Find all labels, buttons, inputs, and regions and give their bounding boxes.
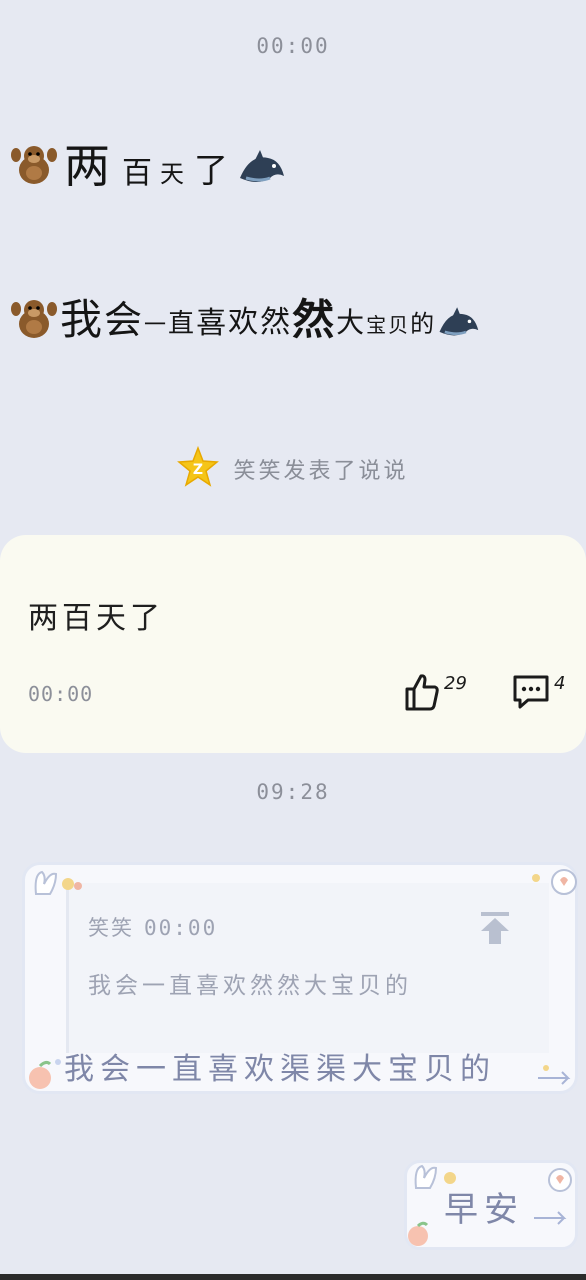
message-char: 欢	[228, 304, 261, 340]
bottom-edge	[0, 1274, 586, 1280]
peach-decoration-icon	[24, 1052, 68, 1096]
message-char: 我	[60, 295, 105, 344]
message-char: 百	[122, 156, 154, 191]
message-char: 天	[160, 159, 186, 188]
reply-text: 我会一直喜欢渠渠大宝贝的	[64, 1052, 496, 1087]
comment-button[interactable]: 4	[512, 673, 565, 715]
chat-message[interactable]: 两 百 天 了	[8, 130, 286, 196]
comment-icon	[512, 673, 550, 715]
timestamp: 00:00	[256, 34, 330, 58]
message-char: 两	[64, 139, 112, 193]
quoted-text: 我会一直喜欢然然大宝贝的	[88, 973, 412, 999]
thumbs-up-icon	[404, 673, 440, 715]
message-char: 然	[260, 304, 293, 340]
post-card[interactable]: 两百天了 00:00 29 4	[0, 535, 586, 753]
system-notice-text: 笑笑发表了说说	[233, 459, 409, 484]
like-count: 29	[444, 673, 467, 694]
post-time: 00:00	[28, 682, 94, 706]
comment-count: 4	[554, 673, 566, 694]
system-notice[interactable]: Z 笑笑发表了说说	[0, 445, 586, 492]
svg-text:Z: Z	[193, 462, 203, 478]
quoted-meta: 笑笑 00:00	[88, 912, 217, 942]
message-char: 一	[144, 312, 169, 338]
message-char: 喜	[196, 305, 229, 341]
gorilla-sticker-icon	[8, 291, 60, 343]
jump-to-top-icon[interactable]	[478, 910, 512, 950]
gorilla-sticker-icon	[8, 137, 60, 189]
message-char: 宝	[366, 313, 389, 337]
message-text: 早安	[444, 1190, 524, 1230]
heart-bubble-decoration-icon	[528, 868, 578, 902]
peach-decoration-icon	[402, 1216, 436, 1254]
qzone-star-icon: Z	[177, 445, 220, 492]
bunny-decoration-icon	[30, 866, 86, 900]
message-char: 会	[104, 298, 145, 342]
message-char: 贝	[388, 313, 411, 337]
heart-bubble-decoration-icon	[532, 1166, 576, 1230]
post-text: 两百天了	[28, 601, 164, 636]
message-char: 大	[336, 305, 367, 339]
message-char: 的	[410, 310, 437, 338]
like-button[interactable]: 29	[404, 673, 467, 715]
message-char: 直	[168, 309, 197, 339]
message-char: 然	[292, 295, 337, 344]
shark-sticker-icon	[436, 305, 480, 343]
chat-message[interactable]: 我 会 一 直 喜 欢 然 然 大 宝 贝 的	[8, 286, 480, 347]
arrow-decoration-icon	[536, 1062, 576, 1092]
shark-sticker-icon	[236, 148, 286, 190]
quoted-sender: 笑笑	[88, 916, 134, 940]
message-char: 了	[194, 150, 230, 191]
quoted-time: 00:00	[144, 916, 218, 940]
timestamp: 09:28	[256, 780, 330, 804]
